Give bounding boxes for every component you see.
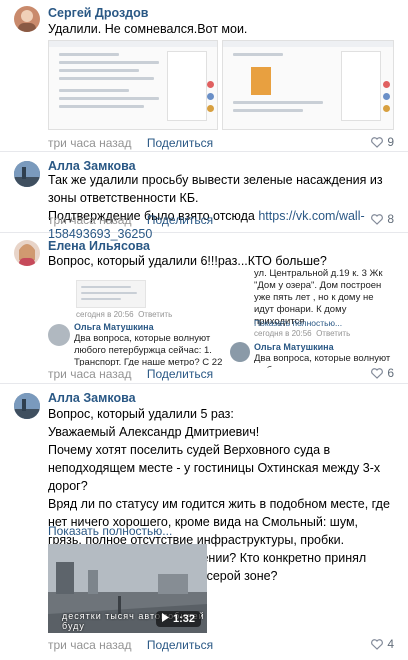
comment-text: Так же удалили просьбу вывести зеленые н… <box>48 173 383 241</box>
heart-icon <box>371 367 384 379</box>
heart-icon <box>371 136 384 148</box>
comment-text: Удалили. Не сомневался.Вот мои. <box>48 22 248 36</box>
comment-4: Алла Замкова Вопрос, который удалили 5 р… <box>0 385 408 660</box>
like-count: 9 <box>387 135 394 149</box>
heart-icon <box>371 213 384 225</box>
comment-author[interactable]: Алла Замкова <box>48 391 136 405</box>
comment-author[interactable]: Сергей Дроздов <box>48 6 148 20</box>
comment-meta: три часа назад Поделиться <box>48 367 213 381</box>
comment-author[interactable]: Елена Ильясова <box>48 239 150 253</box>
attached-screenshot[interactable] <box>222 40 394 130</box>
like-button[interactable]: 9 <box>371 135 394 149</box>
like-count: 4 <box>387 637 394 651</box>
attached-screenshot[interactable] <box>48 40 218 130</box>
avatar[interactable] <box>14 161 40 187</box>
comment-meta: три часа назад Поделиться <box>48 638 213 652</box>
like-count: 8 <box>387 212 394 226</box>
video-duration-badge[interactable]: 1:32 <box>155 611 201 627</box>
comment-time[interactable]: три часа назад <box>48 136 131 150</box>
comment-meta: три часа назад Поделиться <box>48 213 213 227</box>
comment-meta: три часа назад Поделиться <box>48 136 213 150</box>
comment-2: Алла Замкова Так же удалили просьбу выве… <box>0 153 408 241</box>
comment-time[interactable]: три часа назад <box>48 213 131 227</box>
show-more-link[interactable]: Показать полностью... <box>48 524 172 538</box>
like-button[interactable]: 6 <box>371 366 394 380</box>
share-link[interactable]: Поделиться <box>147 213 213 227</box>
attached-screenshot[interactable]: ул. Центральной д.19 к. 3 Жк "Дом у озер… <box>230 268 394 368</box>
share-link[interactable]: Поделиться <box>147 367 213 381</box>
heart-icon <box>371 638 384 650</box>
comment-time[interactable]: три часа назад <box>48 638 131 652</box>
comment-time[interactable]: три часа назад <box>48 367 131 381</box>
share-link[interactable]: Поделиться <box>147 136 213 150</box>
comment-1: Сергей Дроздов Удалили. Не сомневался.Во… <box>0 0 408 152</box>
comment-3: Елена Ильясова Вопрос, который удалили 6… <box>0 234 408 384</box>
attached-screenshot[interactable]: сегодня в 20:56 Ответить Ольга Матушкина… <box>48 276 224 366</box>
avatar[interactable] <box>14 393 40 419</box>
video-thumbnail[interactable]: десятки тысяч автомобилей буду 1:32 <box>48 544 207 633</box>
share-link[interactable]: Поделиться <box>147 638 213 652</box>
like-button[interactable]: 4 <box>371 637 394 651</box>
avatar[interactable] <box>14 240 40 266</box>
avatar[interactable] <box>14 6 40 32</box>
like-button[interactable]: 8 <box>371 212 394 226</box>
play-icon <box>161 613 169 625</box>
like-count: 6 <box>387 366 394 380</box>
